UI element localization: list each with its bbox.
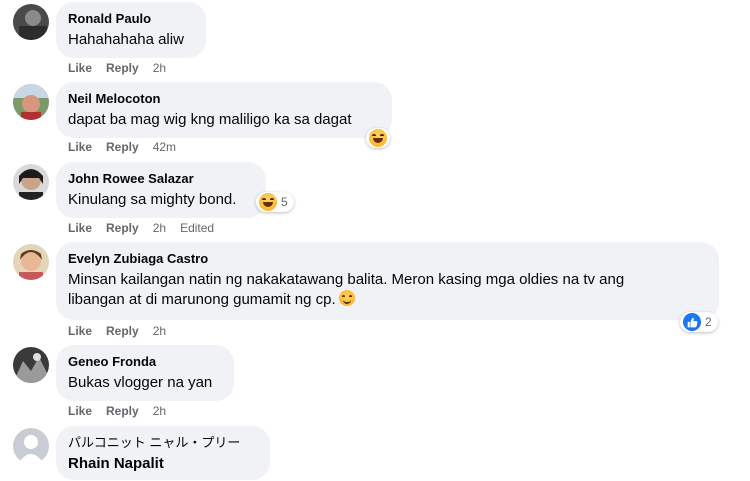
- comment-bubble: Geneo Fronda Bukas vlogger na yan: [56, 345, 234, 401]
- comment-author[interactable]: Neil Melocoton: [68, 90, 380, 107]
- comment-text: Bukas vlogger na yan: [68, 374, 213, 391]
- avatar[interactable]: [13, 4, 49, 40]
- comment-author[interactable]: John Rowee Salazar: [68, 170, 254, 187]
- like-button[interactable]: Like: [68, 324, 92, 338]
- comment-timestamp[interactable]: 42m: [153, 140, 176, 154]
- comment-author[interactable]: Geneo Fronda: [68, 353, 222, 370]
- comment-actions: Like Reply 2h Edited: [68, 220, 214, 236]
- comment-bubble: Neil Melocoton dapat ba mag wig kng mali…: [56, 82, 392, 138]
- like-reaction-icon: [683, 313, 701, 331]
- comment-text-line-1: Minsan kailangan natin ng nakakatawang b…: [68, 271, 625, 288]
- comment-author[interactable]: パルコニット ニャル・プリー: [68, 434, 258, 451]
- like-button[interactable]: Like: [68, 61, 92, 75]
- comment-text-tag[interactable]: Rhain Napalit: [68, 454, 258, 474]
- comment-actions: Like Reply 42m: [68, 139, 190, 155]
- reply-button[interactable]: Reply: [106, 324, 139, 338]
- reaction-count: 2: [705, 315, 712, 329]
- comment-bubble: Ronald Paulo Hahahahaha aliw: [56, 2, 206, 58]
- comment-text-line-2: libangan at di marunong gumamit ng cp.: [68, 290, 707, 310]
- comment-actions: Like Reply 2h: [68, 60, 180, 76]
- avatar[interactable]: [13, 84, 49, 120]
- like-button[interactable]: Like: [68, 404, 92, 418]
- reply-button[interactable]: Reply: [106, 404, 139, 418]
- like-button[interactable]: Like: [68, 221, 92, 235]
- comment-timestamp[interactable]: 2h: [153, 404, 166, 418]
- avatar[interactable]: [13, 428, 49, 464]
- avatar[interactable]: [13, 164, 49, 200]
- reaction-count: 5: [281, 195, 288, 209]
- reply-button[interactable]: Reply: [106, 140, 139, 154]
- smiling-face-emoji-icon: [338, 290, 355, 306]
- avatar[interactable]: [13, 244, 49, 280]
- reaction-badge[interactable]: [366, 128, 390, 148]
- comment-actions: Like Reply 2h: [68, 403, 180, 419]
- comment-author[interactable]: Evelyn Zubiaga Castro: [68, 250, 707, 267]
- comment-text: Hahahahaha aliw: [68, 31, 184, 48]
- comment-bubble: Evelyn Zubiaga Castro Minsan kailangan n…: [56, 242, 719, 320]
- edited-label[interactable]: Edited: [180, 221, 214, 235]
- comment-timestamp[interactable]: 2h: [153, 324, 166, 338]
- comment-actions: Like Reply 2h: [68, 323, 180, 339]
- reply-button[interactable]: Reply: [106, 221, 139, 235]
- reaction-badge[interactable]: 2: [680, 312, 718, 332]
- comment-text: Kinulang sa mighty bond.: [68, 191, 237, 208]
- haha-reaction-icon: [369, 129, 387, 147]
- comment-author[interactable]: Ronald Paulo: [68, 10, 194, 27]
- haha-reaction-icon: [259, 193, 277, 211]
- reply-button[interactable]: Reply: [106, 61, 139, 75]
- reaction-badge[interactable]: 5: [256, 192, 294, 212]
- like-button[interactable]: Like: [68, 140, 92, 154]
- comment-timestamp[interactable]: 2h: [153, 221, 166, 235]
- comment-bubble: John Rowee Salazar Kinulang sa mighty bo…: [56, 162, 266, 218]
- comment-bubble: パルコニット ニャル・プリー Rhain Napalit: [56, 426, 270, 480]
- comment-text: dapat ba mag wig kng maliligo ka sa daga…: [68, 111, 352, 128]
- avatar[interactable]: [13, 347, 49, 383]
- comment-timestamp[interactable]: 2h: [153, 61, 166, 75]
- comment-text-line-2-content: libangan at di marunong gumamit ng cp.: [68, 291, 336, 308]
